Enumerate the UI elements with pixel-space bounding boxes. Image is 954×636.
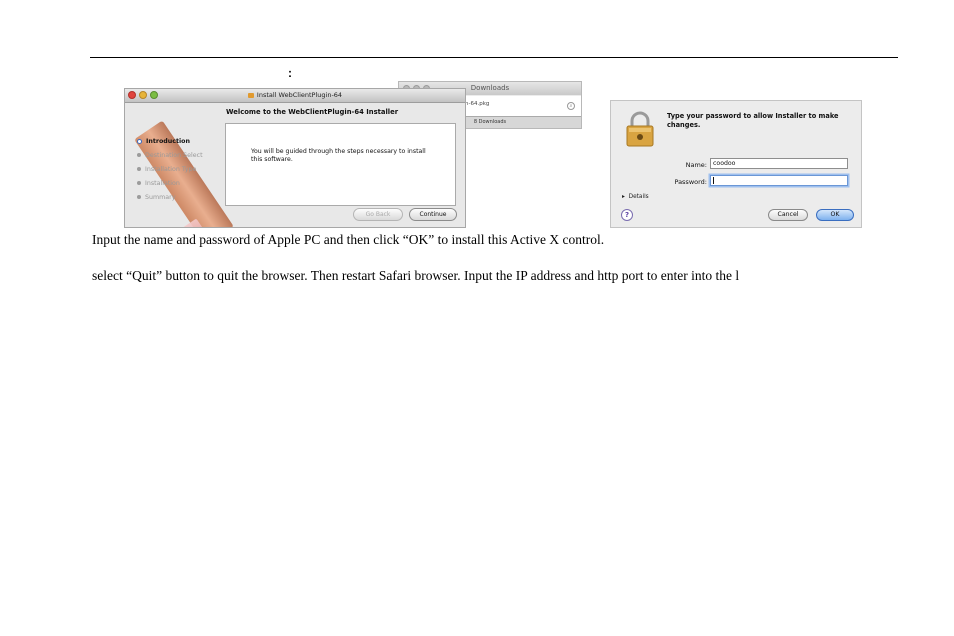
instruction-paragraph-1: Input the name and password of Apple PC … bbox=[92, 232, 605, 247]
name-label: Name: bbox=[685, 161, 707, 169]
step-introduction: Introduction bbox=[137, 134, 203, 148]
lock-icon bbox=[626, 111, 654, 147]
password-field[interactable] bbox=[710, 175, 848, 186]
step-bullet-icon bbox=[137, 195, 141, 199]
step-bullet-icon bbox=[137, 138, 142, 144]
download-filename: n-64.pkg bbox=[465, 101, 490, 107]
ok-button[interactable]: OK bbox=[816, 209, 854, 221]
step-installation: Installation bbox=[137, 176, 203, 190]
help-button[interactable]: ? bbox=[621, 209, 633, 221]
password-label: Password: bbox=[674, 178, 707, 186]
installer-titlebar: Install WebClientPlugin-64 bbox=[125, 89, 465, 103]
installer-window: Install WebClientPlugin-64 Welcome to th… bbox=[124, 88, 466, 228]
minimize-button-icon[interactable] bbox=[139, 91, 147, 99]
disclosure-triangle-icon: ▸ bbox=[622, 194, 625, 200]
installer-title: Install WebClientPlugin-64 bbox=[256, 91, 343, 99]
step-destination-select: Destination Select bbox=[137, 148, 203, 162]
instruction-paragraph-2: select “Quit” button to quit the browser… bbox=[92, 268, 740, 283]
close-button-icon[interactable] bbox=[128, 91, 136, 99]
continue-button[interactable]: Continue bbox=[409, 208, 457, 221]
reveal-magnifier-icon[interactable]: ⌕ bbox=[567, 102, 575, 110]
header-rule bbox=[90, 57, 898, 58]
downloads-title: Downloads bbox=[470, 84, 510, 92]
installer-content-pane: You will be guided through the steps nec… bbox=[225, 123, 456, 206]
step-bullet-icon bbox=[137, 181, 141, 185]
step-installation-type: Installation Type bbox=[137, 162, 203, 176]
name-field[interactable]: coodoo bbox=[710, 158, 848, 169]
installer-heading: Welcome to the WebClientPlugin-64 Instal… bbox=[226, 108, 399, 116]
go-back-button[interactable]: Go Back bbox=[353, 208, 403, 221]
package-icon bbox=[247, 92, 254, 98]
step-bullet-icon bbox=[137, 167, 141, 171]
cancel-button[interactable]: Cancel bbox=[768, 209, 808, 221]
step-summary: Summary bbox=[137, 190, 203, 204]
details-disclosure[interactable]: ▸ Details bbox=[622, 194, 649, 200]
installer-steps: Introduction Destination Select Installa… bbox=[137, 134, 203, 204]
step-bullet-icon bbox=[137, 153, 141, 157]
installer-body-text: You will be guided through the steps nec… bbox=[251, 148, 426, 163]
auth-message: Type your password to allow Installer to… bbox=[667, 112, 839, 129]
heading-colon: : bbox=[288, 66, 292, 80]
text-caret bbox=[713, 176, 714, 184]
auth-dialog: Type your password to allow Installer to… bbox=[610, 100, 862, 228]
zoom-button-icon[interactable] bbox=[150, 91, 158, 99]
window-controls bbox=[128, 91, 158, 99]
